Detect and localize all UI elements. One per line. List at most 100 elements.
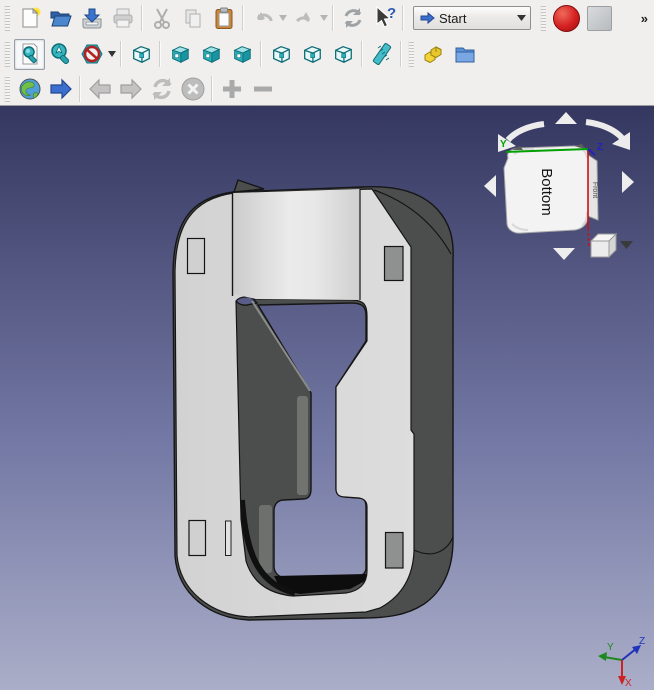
chevron-down-icon — [320, 15, 328, 21]
fit-all-button[interactable] — [14, 39, 45, 70]
refresh-page-button — [146, 73, 177, 104]
workbench-dropdown[interactable] — [513, 7, 530, 29]
fit-all-icon — [18, 42, 42, 66]
y-axis-label: Y — [607, 642, 614, 653]
axis-cross: Y Z X — [594, 634, 652, 688]
measure-distance-button[interactable] — [366, 39, 397, 70]
open-file-button[interactable] — [45, 3, 76, 34]
redo-button — [288, 3, 319, 34]
minus-icon — [251, 77, 275, 101]
zoom-out-button — [247, 73, 278, 104]
view-bottom-button[interactable] — [296, 39, 327, 70]
view-front-button[interactable] — [164, 39, 195, 70]
navcube-left-arrow[interactable] — [484, 175, 496, 197]
view-right-button[interactable] — [226, 39, 257, 70]
view-cube-icon — [231, 43, 253, 65]
y-axis-line — [604, 657, 622, 660]
chevron-down-icon — [517, 15, 526, 21]
toolbar-overflow-button[interactable]: » — [641, 11, 648, 26]
draw-style-dropdown[interactable] — [107, 41, 117, 67]
separator — [120, 41, 122, 67]
separator — [141, 5, 143, 31]
create-group-button[interactable] — [449, 39, 480, 70]
view-cube-icon — [130, 43, 152, 65]
toolbar-drag-handle[interactable] — [408, 41, 414, 67]
cut-scissors-icon — [150, 6, 174, 30]
rotate-left-arrow[interactable] — [508, 124, 544, 140]
separator — [402, 5, 404, 31]
part-icon — [422, 42, 446, 66]
workbench-selector[interactable]: Start — [413, 6, 531, 30]
draw-style-button[interactable] — [76, 39, 107, 70]
draw-style-icon — [80, 42, 104, 66]
toolbar-drag-handle[interactable] — [4, 76, 10, 102]
web-home-button[interactable] — [14, 73, 45, 104]
back-arrow-icon — [87, 76, 113, 102]
navcube-mini-cube[interactable] — [591, 234, 616, 257]
view-cube-icon — [169, 43, 191, 65]
fit-selection-icon — [49, 42, 73, 66]
navcube-side-label[interactable]: Front — [591, 182, 598, 198]
slot-bottom-right — [386, 533, 404, 569]
paste-button[interactable] — [208, 3, 239, 34]
slot-sliver — [226, 521, 232, 556]
x-axis-label: X — [625, 678, 632, 688]
view-rear-button[interactable] — [265, 39, 296, 70]
group-folder-icon — [453, 42, 477, 66]
navcube-z-axis — [588, 149, 595, 155]
navcube-y-label: Y — [500, 139, 507, 150]
navcube-down-arrow[interactable] — [553, 248, 575, 260]
fit-selection-button[interactable] — [45, 39, 76, 70]
y-axis-arrowhead — [598, 652, 607, 661]
undo-dropdown — [278, 5, 288, 31]
separator — [400, 41, 402, 67]
separator — [242, 5, 244, 31]
stop-icon — [180, 76, 206, 102]
new-file-button[interactable] — [14, 3, 45, 34]
file-toolbar: ? Start » — [0, 0, 654, 36]
navigation-cube[interactable]: Bottom Front Y Z — [478, 108, 648, 268]
navigation-toolbar — [0, 72, 654, 105]
workbench-arrow-icon — [419, 10, 435, 26]
navcube-right-arrow[interactable] — [622, 171, 634, 193]
forward-arrow-icon — [118, 76, 144, 102]
save-icon — [80, 6, 104, 30]
refresh-button[interactable] — [337, 3, 368, 34]
toolbar-drag-handle[interactable] — [4, 41, 10, 67]
z-axis-label: Z — [639, 636, 645, 647]
save-button[interactable] — [76, 3, 107, 34]
separator — [159, 41, 161, 67]
workbench-selected-value: Start — [439, 11, 513, 26]
chevron-down-icon — [108, 51, 116, 57]
toolbar-drag-handle[interactable] — [4, 5, 10, 31]
toolbar-drag-handle[interactable] — [540, 5, 546, 31]
navcube-x-axis-dashed — [588, 228, 589, 248]
navcube-menu-dropdown-icon[interactable] — [620, 241, 633, 249]
rotate-right-arrow[interactable] — [586, 122, 622, 138]
navcube-z-label: Z — [597, 142, 603, 153]
slot-top-right — [385, 247, 404, 281]
create-part-button[interactable] — [418, 39, 449, 70]
3d-viewport[interactable]: Bottom Front Y Z Y Z X — [0, 106, 654, 690]
view-top-button[interactable] — [195, 39, 226, 70]
paste-clipboard-icon — [212, 6, 236, 30]
view-left-button[interactable] — [327, 39, 358, 70]
svg-text:?: ? — [387, 5, 396, 22]
ruler-icon — [370, 42, 394, 66]
slot-top-left — [188, 239, 205, 274]
stop-loading-button — [177, 73, 208, 104]
navcube-face-label[interactable]: Bottom — [538, 168, 555, 216]
navcube-up-arrow[interactable] — [555, 112, 577, 124]
whats-this-button[interactable]: ? — [368, 3, 399, 34]
wall-highlight — [297, 396, 308, 495]
redo-arrow-icon — [292, 6, 316, 30]
navcube-body[interactable]: Bottom Front — [504, 144, 598, 233]
undo-arrow-icon — [251, 6, 275, 30]
macro-record-button[interactable] — [553, 5, 580, 32]
refresh-icon — [341, 6, 365, 30]
view-axonometric-button[interactable] — [125, 39, 156, 70]
separator — [361, 41, 363, 67]
new-document-icon — [18, 6, 42, 30]
open-website-button[interactable] — [45, 73, 76, 104]
view-cube-icon — [270, 43, 292, 65]
